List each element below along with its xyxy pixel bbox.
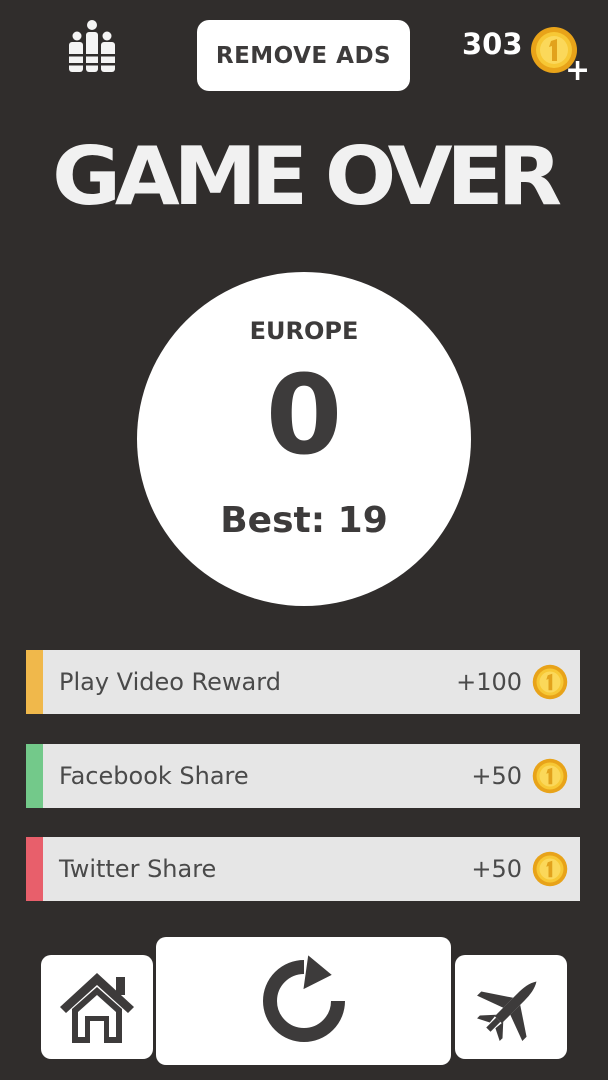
- reward-amount: +50: [471, 855, 522, 883]
- current-score: 0: [265, 351, 343, 479]
- home-icon: [60, 973, 134, 1043]
- reward-amount: +100: [456, 668, 522, 696]
- best-score: Best: 19: [220, 500, 388, 541]
- leaderboard-icon: [68, 20, 116, 72]
- restart-icon: [262, 955, 345, 1042]
- coin-icon: [532, 758, 568, 794]
- remove-ads-label: REMOVE ADS: [215, 42, 392, 69]
- reward-row-video[interactable]: Play Video Reward +100: [26, 650, 580, 714]
- restart-button[interactable]: [156, 937, 451, 1065]
- game-over-title: GAME OVER: [52, 130, 562, 223]
- reward-label: Play Video Reward: [59, 668, 281, 696]
- reward-amount: +50: [471, 762, 522, 790]
- reward-row-twitter[interactable]: Twitter Share +50: [26, 837, 580, 901]
- reward-label: Twitter Share: [59, 855, 217, 883]
- reward-row-facebook[interactable]: Facebook Share +50: [26, 744, 580, 808]
- score-panel: EUROPE 0 Best: 19: [137, 272, 471, 606]
- reward-accent-stripe: [26, 650, 43, 714]
- level-name: EUROPE: [249, 317, 359, 345]
- reward-accent-stripe: [26, 837, 43, 901]
- reward-accent-stripe: [26, 744, 43, 808]
- leaderboard-button[interactable]: [60, 16, 124, 80]
- plane-select-button[interactable]: [455, 955, 567, 1059]
- coin-icon: [532, 664, 568, 700]
- coin-balance: 303: [462, 27, 523, 61]
- home-button[interactable]: [41, 955, 153, 1059]
- add-coins-button[interactable]: +: [565, 56, 590, 86]
- fighter-jet-icon: [477, 981, 537, 1041]
- remove-ads-button[interactable]: REMOVE ADS: [197, 20, 410, 91]
- coin-icon: [532, 851, 568, 887]
- reward-label: Facebook Share: [59, 762, 249, 790]
